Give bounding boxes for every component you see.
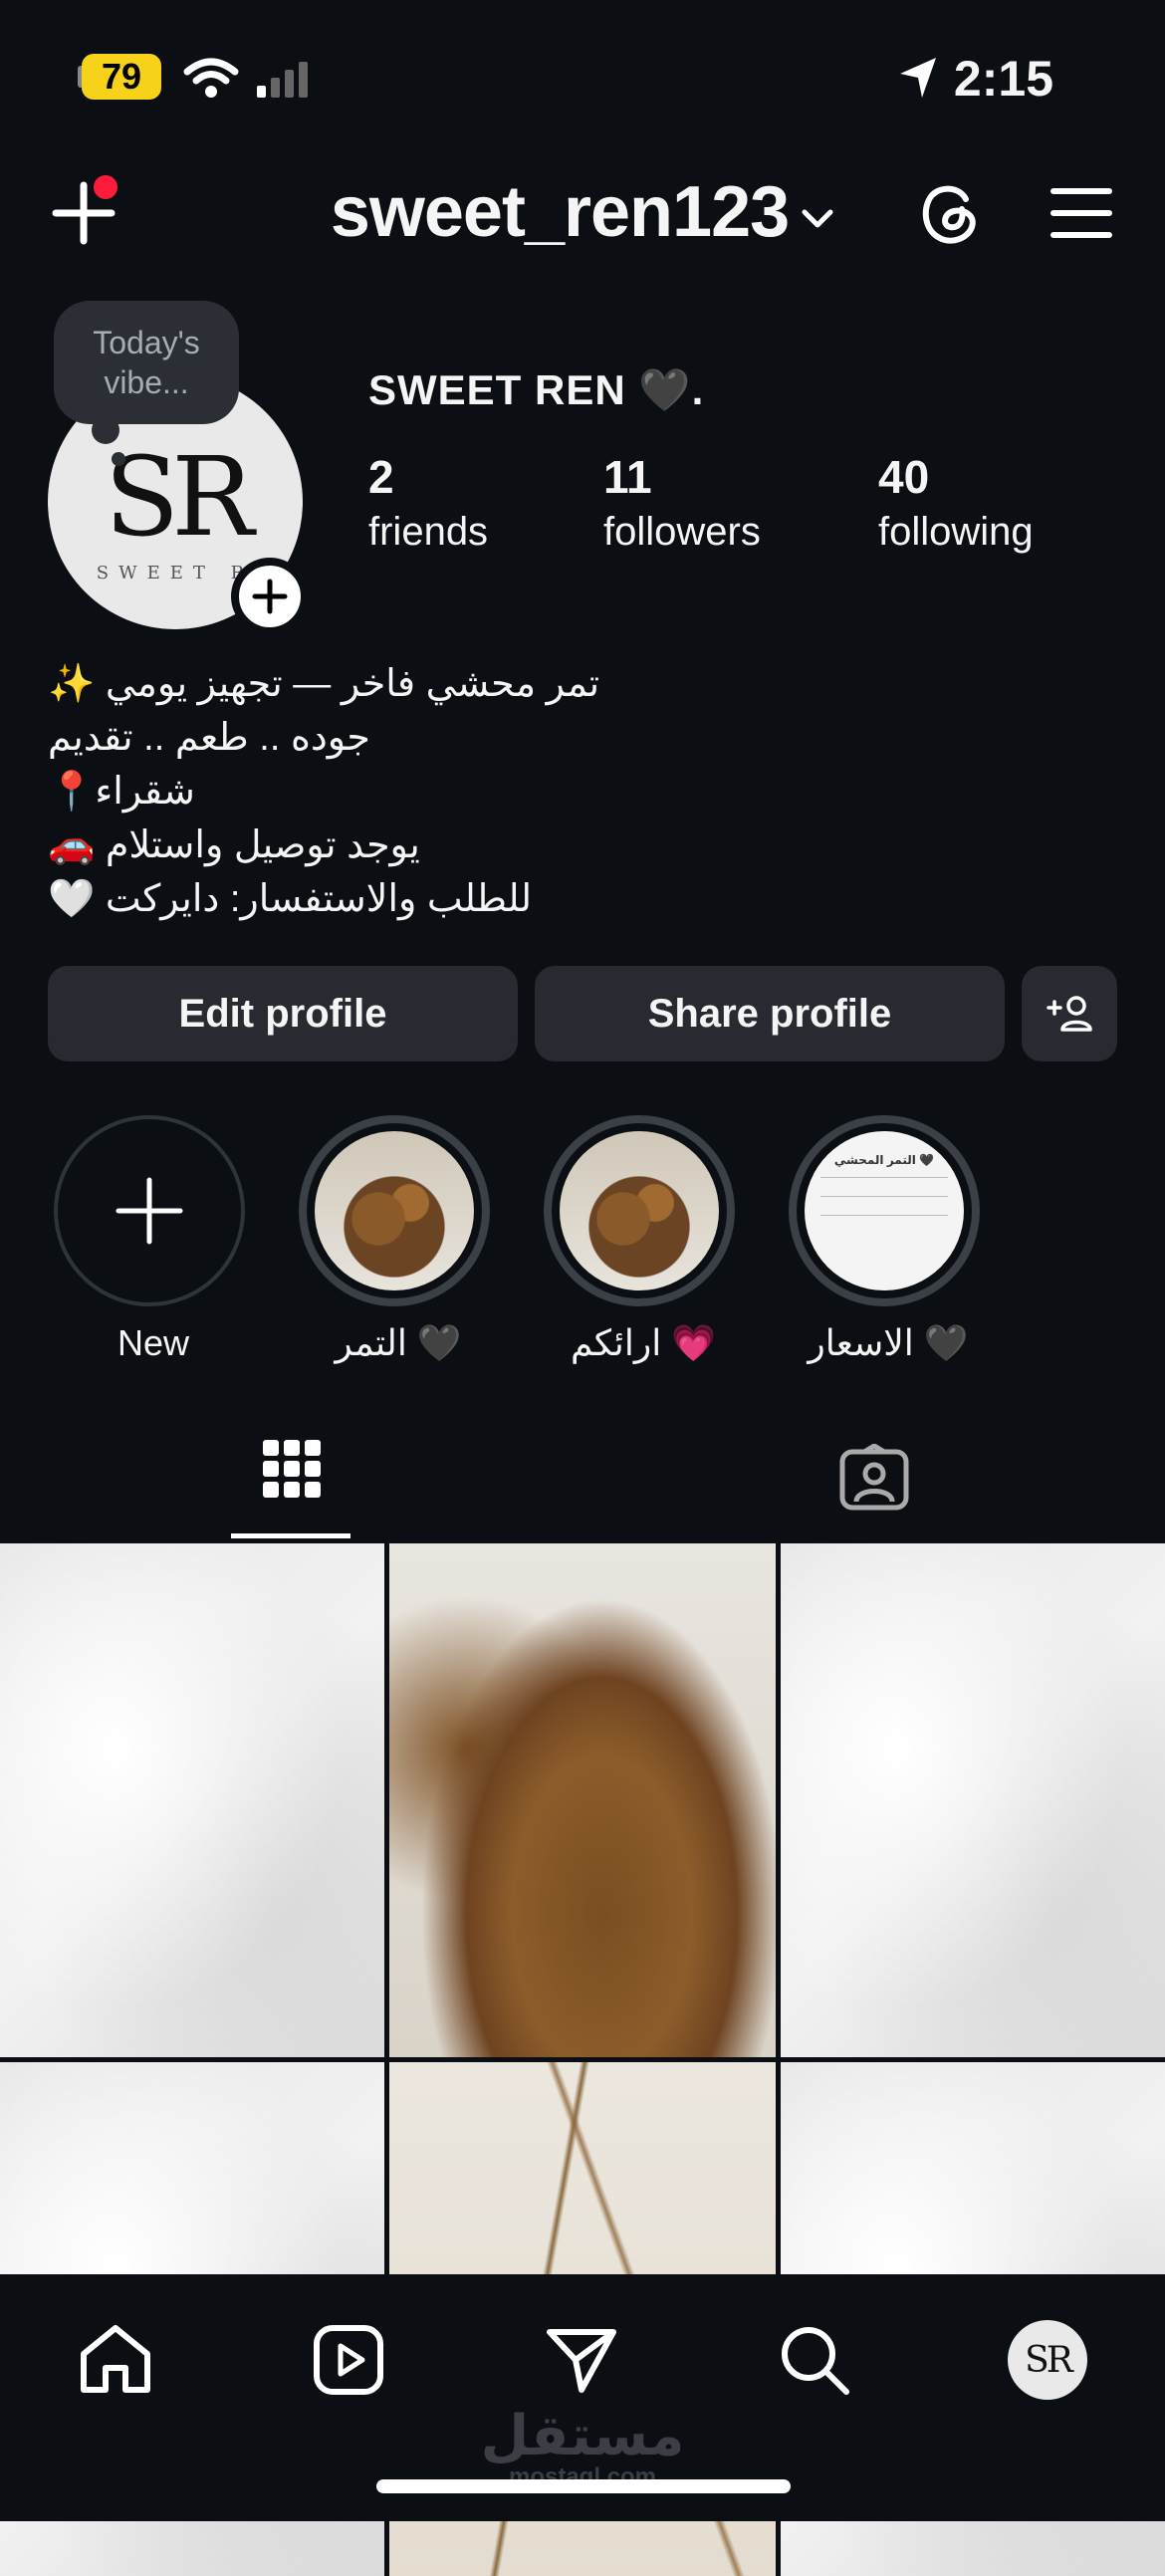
divider	[820, 1177, 948, 1178]
highlight-cover-image: التمر المحشي 🖤	[805, 1131, 964, 1290]
wifi-icon	[183, 58, 239, 98]
note-bubble[interactable]: Today's vibe...	[54, 301, 239, 424]
bio-line: 📍شقراء	[48, 771, 195, 813]
nav-search[interactable]	[765, 2310, 864, 2410]
highlight-label: التمر 🖤	[335, 1322, 462, 1363]
post-thumbnail[interactable]	[389, 1543, 776, 2057]
add-person-icon	[1047, 996, 1092, 1032]
bio-line: 🚗 يوجد توصيل واستلام	[48, 824, 420, 866]
price-card-title: التمر المحشي 🖤	[833, 1153, 935, 1167]
home-indicator	[376, 2479, 791, 2493]
plus-icon	[116, 1177, 183, 1245]
battery-indicator: 79	[82, 54, 161, 100]
grid-tab-icon[interactable]	[261, 1438, 323, 1500]
avatar-logo: SR	[104, 433, 254, 561]
edit-profile-label: Edit profile	[178, 991, 387, 1036]
divider	[820, 1196, 948, 1197]
active-tab-indicator	[231, 1533, 350, 1538]
search-icon	[782, 2327, 849, 2395]
highlight-prices[interactable]: التمر المحشي 🖤 الاسعار 🖤	[789, 1115, 988, 1364]
tagged-tab-icon[interactable]	[838, 1444, 910, 1512]
stat-label: friends	[368, 510, 489, 554]
highlight-label: الاسعار 🖤	[808, 1322, 969, 1363]
location-arrow-icon	[900, 58, 936, 98]
highlight-ring	[544, 1115, 735, 1306]
stat-following[interactable]: 40 following	[878, 450, 1034, 555]
share-profile-label: Share profile	[647, 991, 892, 1036]
profile-avatar-small: SR	[1008, 2320, 1087, 2400]
edit-profile-button[interactable]: Edit profile	[48, 966, 518, 1061]
home-icon	[81, 2325, 150, 2393]
bio-line: ✨ تمر محشي فاخر — تجهيز يومي	[48, 663, 600, 705]
share-profile-button[interactable]: Share profile	[535, 966, 1005, 1061]
add-story-button[interactable]	[231, 558, 309, 635]
username-label: sweet_ren123	[330, 172, 790, 252]
stat-followers[interactable]: 11 followers	[603, 450, 761, 555]
post-thumbnail[interactable]	[781, 1543, 1165, 2057]
stat-number: 11	[603, 451, 652, 503]
watermark-arabic: مستقل	[480, 2404, 685, 2466]
post-thumbnail[interactable]	[0, 1543, 384, 2057]
nav-profile[interactable]: SR	[998, 2310, 1097, 2410]
stat-number: 2	[368, 451, 394, 503]
highlight-dates[interactable]: التمر 🖤	[299, 1115, 498, 1364]
highlight-ring	[54, 1115, 245, 1306]
nav-home[interactable]	[66, 2310, 165, 2410]
bio: ✨ تمر محشي فاخر — تجهيز يومي جوده .. طعم…	[48, 657, 599, 926]
bio-line: جوده .. طعم .. تقديم	[48, 717, 370, 759]
plus-icon	[252, 579, 288, 614]
discover-people-button[interactable]	[1022, 966, 1117, 1061]
note-bubble-tail-small	[112, 452, 125, 466]
status-time: 2:15	[953, 51, 1053, 107]
highlight-reviews[interactable]: ارائكم 💗	[544, 1115, 743, 1364]
highlight-label: ارائكم 💗	[570, 1322, 717, 1363]
stat-friends[interactable]: 2 friends	[368, 450, 488, 555]
nav-reels[interactable]	[299, 2310, 398, 2410]
highlight-new[interactable]: New	[54, 1115, 253, 1364]
divider	[820, 1215, 948, 1216]
highlight-cover-image	[315, 1131, 474, 1290]
highlight-label: New	[116, 1322, 190, 1363]
highlight-ring: التمر المحشي 🖤	[789, 1115, 980, 1306]
threads-icon[interactable]	[916, 179, 986, 249]
chevron-down-icon	[802, 209, 833, 228]
display-name: SWEET REN 🖤.	[368, 366, 705, 413]
bio-line: 🤍 للطلب والاستفسار: دايركت	[48, 878, 533, 920]
send-icon	[547, 2329, 616, 2393]
note-text: Today's vibe...	[93, 325, 200, 400]
nav-direct[interactable]	[532, 2310, 631, 2410]
cellular-signal-icon	[257, 62, 308, 98]
account-switcher[interactable]: sweet_ren123	[0, 171, 1165, 253]
highlight-cover-image	[560, 1131, 719, 1290]
stat-label: followers	[603, 510, 761, 554]
stat-number: 40	[878, 451, 930, 503]
highlight-ring	[299, 1115, 490, 1306]
stat-label: following	[878, 510, 1034, 554]
menu-hamburger-icon[interactable]	[1049, 183, 1113, 243]
reels-icon	[314, 2325, 383, 2395]
